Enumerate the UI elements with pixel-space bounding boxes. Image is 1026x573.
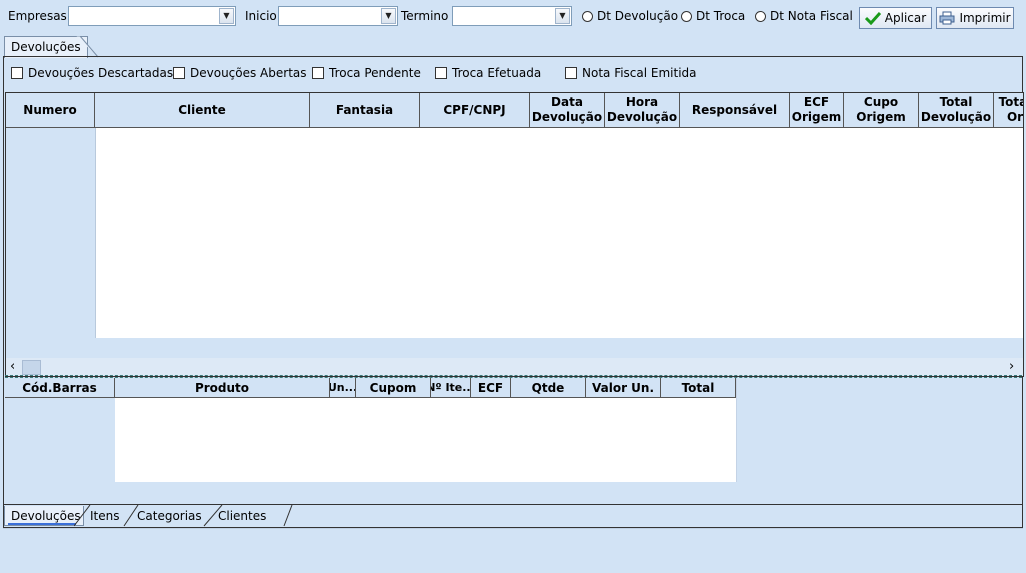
checkbox[interactable]	[435, 67, 447, 79]
aplicar-button[interactable]: Aplicar	[859, 7, 932, 29]
grid-empty-area	[6, 338, 1023, 360]
empresas-combo[interactable]: ▼	[68, 6, 236, 26]
col-header-total[interactable]: Total	[661, 378, 736, 398]
radio-dt-devolucao[interactable]: Dt Devolução	[582, 9, 678, 23]
col-header-qtde[interactable]: Qtde	[511, 378, 586, 398]
inicio-label: Inicio	[245, 9, 277, 23]
col-header-produto[interactable]: Produto	[115, 378, 330, 398]
row-indicator-column	[5, 398, 115, 482]
col-header-cliente[interactable]: Cliente	[95, 93, 310, 128]
chevron-down-icon[interactable]: ▼	[555, 8, 570, 24]
col-header-cupom[interactable]: Cupom	[356, 378, 431, 398]
col-header-numero[interactable]: Numero	[6, 93, 95, 128]
radio-circle[interactable]	[681, 10, 692, 22]
checkbox[interactable]	[565, 67, 577, 79]
termino-date-picker[interactable]: ▼	[452, 6, 572, 26]
col-header-hora-devolucao[interactable]: Hora Devolução	[605, 93, 680, 128]
horizontal-scrollbar[interactable]: ‹ ›	[6, 358, 1023, 376]
col-header-num-item[interactable]: Nº Ite...	[431, 378, 471, 398]
col-header-valor-un[interactable]: Valor Un.	[586, 378, 661, 398]
check-devolucoes-descartadas[interactable]: Devouções Descartadas	[11, 66, 173, 80]
imprimir-button[interactable]: Imprimir	[936, 7, 1014, 29]
checkbox[interactable]	[173, 67, 185, 79]
col-header-ecf-origem[interactable]: ECF Origem	[790, 93, 844, 128]
col-header-cpf-cnpj[interactable]: CPF/CNPJ	[420, 93, 530, 128]
empresas-label: Empresas	[8, 9, 67, 23]
checkmark-icon	[864, 11, 881, 25]
check-troca-pendente[interactable]: Troca Pendente	[312, 66, 421, 80]
inicio-date-picker[interactable]: ▼	[278, 6, 398, 26]
chevron-down-icon[interactable]: ▼	[219, 8, 234, 24]
row-indicator-column	[6, 128, 96, 338]
col-header-responsavel[interactable]: Responsável	[680, 93, 790, 128]
checkbox[interactable]	[11, 67, 23, 79]
col-header-ecf[interactable]: ECF	[471, 378, 511, 398]
radio-circle[interactable]	[582, 10, 593, 22]
items-grid-empty-area	[5, 482, 1022, 504]
status-separator	[3, 528, 1023, 529]
checkbox[interactable]	[312, 67, 324, 79]
scrollbar-thumb[interactable]	[22, 360, 41, 375]
col-header-total-devolucao[interactable]: Total Devolução	[919, 93, 994, 128]
tab-dividers	[74, 505, 293, 527]
devolucoes-grid[interactable]: Numero Cliente Fantasia CPF/CNPJ Data De…	[5, 92, 1024, 377]
radio-circle[interactable]	[755, 10, 766, 22]
itens-grid[interactable]: Cód.Barras Produto Un... Cupom Nº Ite...…	[5, 378, 737, 482]
check-troca-efetuada[interactable]: Troca Efetuada	[435, 66, 541, 80]
col-header-unidade[interactable]: Un...	[330, 378, 356, 398]
col-header-total-origem[interactable]: Total Or	[994, 93, 1023, 128]
check-devolucoes-abertas[interactable]: Devouções Abertas	[173, 66, 307, 80]
active-tab-indicator	[8, 523, 76, 525]
tab-slant-decoration	[76, 36, 99, 58]
scroll-right-icon[interactable]: ›	[1009, 359, 1014, 374]
col-header-fantasia[interactable]: Fantasia	[310, 93, 420, 128]
printer-icon	[939, 11, 955, 25]
radio-dt-nota-fiscal[interactable]: Dt Nota Fiscal	[755, 9, 853, 23]
check-nota-fiscal-emitida[interactable]: Nota Fiscal Emitida	[565, 66, 697, 80]
radio-dt-troca[interactable]: Dt Troca	[681, 9, 745, 23]
scroll-left-icon[interactable]: ‹	[10, 359, 15, 374]
chevron-down-icon[interactable]: ▼	[381, 8, 396, 24]
termino-label: Termino	[401, 9, 449, 23]
col-header-cupo-origem[interactable]: Cupo Origem	[844, 93, 919, 128]
col-header-data-devolucao[interactable]: Data Devolução	[530, 93, 605, 128]
col-header-cod-barras[interactable]: Cód.Barras	[5, 378, 115, 398]
